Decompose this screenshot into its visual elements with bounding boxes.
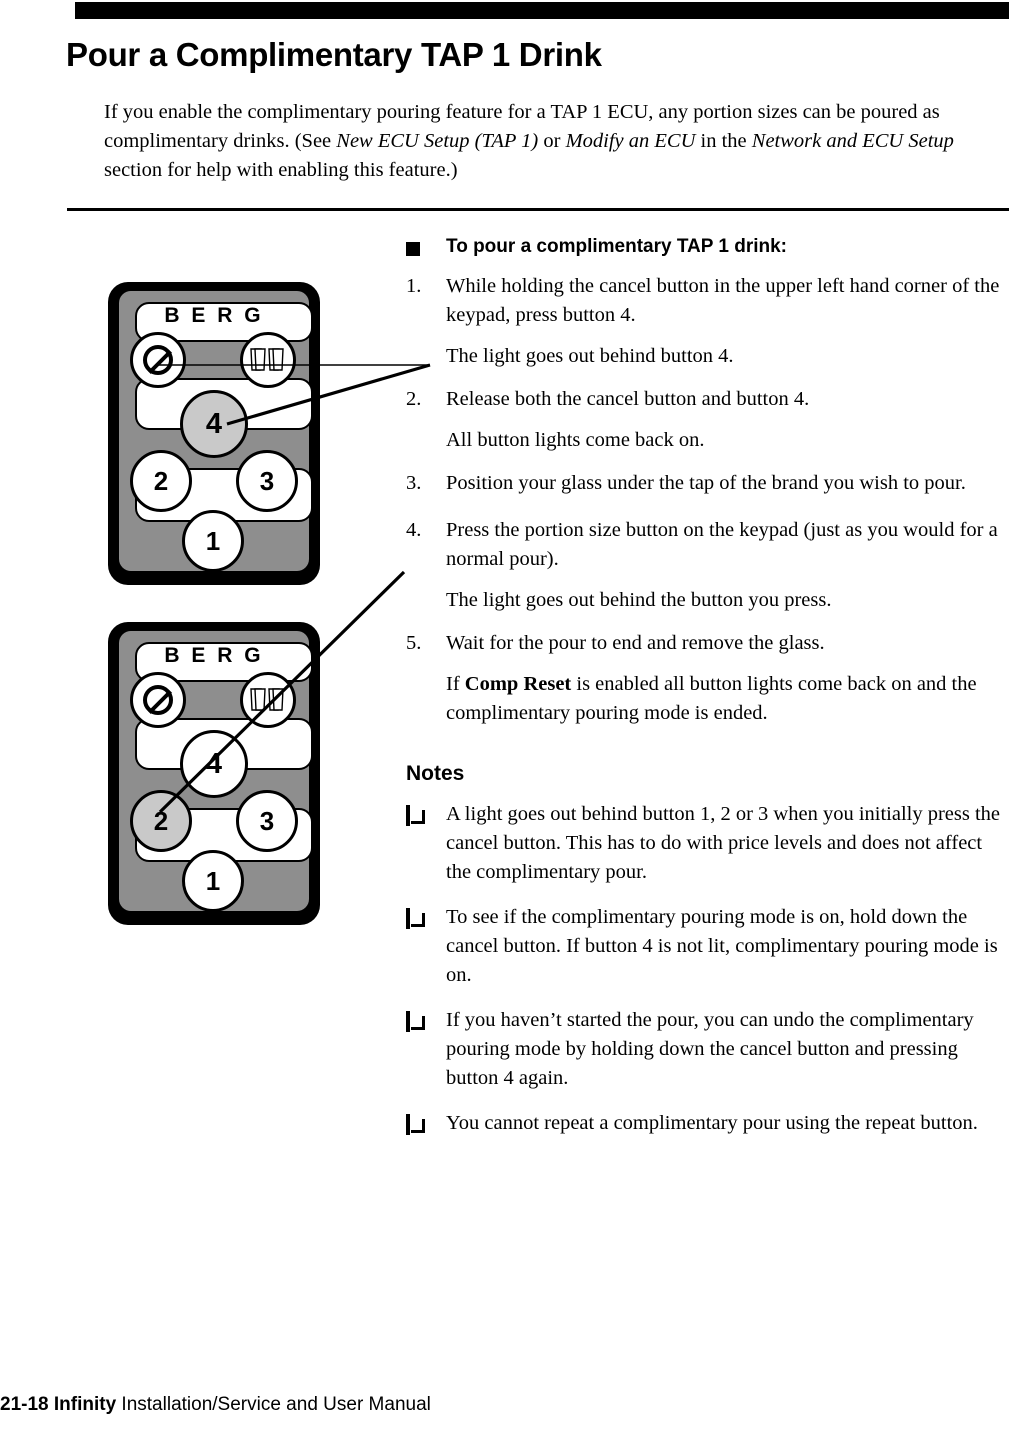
procedure-heading: To pour a complimentary TAP 1 drink: <box>446 236 787 257</box>
footer-page-number: 21-18 Infinity <box>0 1394 117 1415</box>
note-item: You cannot repeat a complimentary pour u… <box>406 1109 1009 1138</box>
step-text: While holding the cancel button in the u… <box>446 275 1000 326</box>
intro-ref-new-ecu-setup: New ECU Setup (TAP 1) <box>336 130 539 152</box>
checkbox-bullet-wrap <box>406 903 446 929</box>
checkbox-bullet-icon <box>406 1011 410 1032</box>
intro-text-mid: in the <box>695 130 752 152</box>
step-number: 4. <box>406 519 422 541</box>
procedure-heading-row: To pour a complimentary TAP 1 drink: <box>406 236 1009 258</box>
note-text: You cannot repeat a complimentary pour u… <box>446 1112 978 1134</box>
note-text: If you haven’t started the pour, you can… <box>446 1009 974 1089</box>
checkbox-bullet-wrap <box>406 1006 446 1032</box>
key-4[interactable]: 4 <box>180 390 248 458</box>
procedure-step: 5. Wait for the pour to end and remove t… <box>406 629 1009 658</box>
key-3[interactable]: 3 <box>236 790 298 852</box>
step-number: 1. <box>406 275 422 297</box>
note-text: A light goes out behind button 1, 2 or 3… <box>446 803 1001 883</box>
key-4[interactable]: 4 <box>180 730 248 798</box>
note-item: To see if the complimentary pouring mode… <box>406 903 1009 990</box>
keypad-brand-label: B E R G <box>164 644 264 667</box>
two-glasses-icon <box>250 348 284 371</box>
section-divider-rule <box>67 208 1009 211</box>
key-2[interactable]: 2 <box>130 790 192 852</box>
step-result: The light goes out behind the button you… <box>446 589 832 611</box>
checkbox-bullet-wrap <box>406 800 446 826</box>
checkbox-bullet-icon <box>406 805 410 826</box>
checkbox-bullet-wrap <box>406 1109 446 1135</box>
keypad-diagram-step4: B E R G 4 2 3 1 <box>108 622 320 925</box>
keypad-brand-label: B E R G <box>164 304 264 327</box>
procedure-step: 3. Position your glass under the tap of … <box>406 469 1009 498</box>
header-black-bar <box>75 2 1009 19</box>
intro-ref-modify-an-ecu: Modify an ECU <box>565 130 696 152</box>
intro-paragraph: If you enable the complimentary pouring … <box>104 98 1009 185</box>
checkbox-bullet-icon <box>406 908 410 929</box>
procedure-step: 2. Release both the cancel button and bu… <box>406 385 1009 414</box>
page-title: Pour a Complimentary TAP 1 Drink <box>66 36 602 73</box>
procedure-column: To pour a complimentary TAP 1 drink: 1. … <box>406 236 1009 1154</box>
key-1[interactable]: 1 <box>182 510 244 572</box>
repeat-button-icon[interactable] <box>240 672 296 728</box>
two-glasses-icon <box>250 688 284 711</box>
result-pre: If <box>446 673 465 695</box>
cancel-button-icon[interactable] <box>130 672 186 728</box>
cancel-button-icon[interactable] <box>130 332 186 388</box>
square-bullet-icon <box>406 242 420 256</box>
step-result: The light goes out behind button 4. <box>446 345 734 367</box>
note-item: If you haven’t started the pour, you can… <box>406 1006 1009 1093</box>
notes-heading: Notes <box>406 762 465 785</box>
step-text: Release both the cancel button and butto… <box>446 388 810 410</box>
step-text: Press the portion size button on the key… <box>446 519 998 570</box>
footer-manual-title: Installation/Service and User Manual <box>116 1394 431 1415</box>
key-1[interactable]: 1 <box>182 850 244 912</box>
step-text: Position your glass under the tap of the… <box>446 472 966 494</box>
checkbox-bullet-icon <box>406 1114 410 1135</box>
note-item: A light goes out behind button 1, 2 or 3… <box>406 800 1009 887</box>
note-text: To see if the complimentary pouring mode… <box>446 906 998 986</box>
intro-ref-network-and-ecu-setup: Network and ECU Setup <box>751 130 954 152</box>
step-number: 3. <box>406 472 422 494</box>
step-text: Wait for the pour to end and remove the … <box>446 632 825 654</box>
comp-reset-term: Comp Reset <box>464 673 572 695</box>
procedure-step: 1. While holding the cancel button in th… <box>406 272 1009 330</box>
key-3[interactable]: 3 <box>236 450 298 512</box>
repeat-button-icon[interactable] <box>240 332 296 388</box>
intro-conjunction: or <box>538 130 566 152</box>
step-result: All button lights come back on. <box>446 429 705 451</box>
step-number: 5. <box>406 632 422 654</box>
procedure-step: 4. Press the portion size button on the … <box>406 516 1009 574</box>
step-result-comp-reset: If Comp Reset is enabled all button ligh… <box>446 670 1009 728</box>
keypad-diagram-step1: B E R G 4 2 3 1 <box>108 282 320 585</box>
intro-text-2: section for help with enabling this feat… <box>104 159 458 181</box>
no-entry-icon <box>143 345 173 375</box>
step-number: 2. <box>406 388 422 410</box>
no-entry-icon <box>143 685 173 715</box>
key-2[interactable]: 2 <box>130 450 192 512</box>
page-footer: 21-18 Infinity Installation/Service and … <box>0 1394 431 1416</box>
